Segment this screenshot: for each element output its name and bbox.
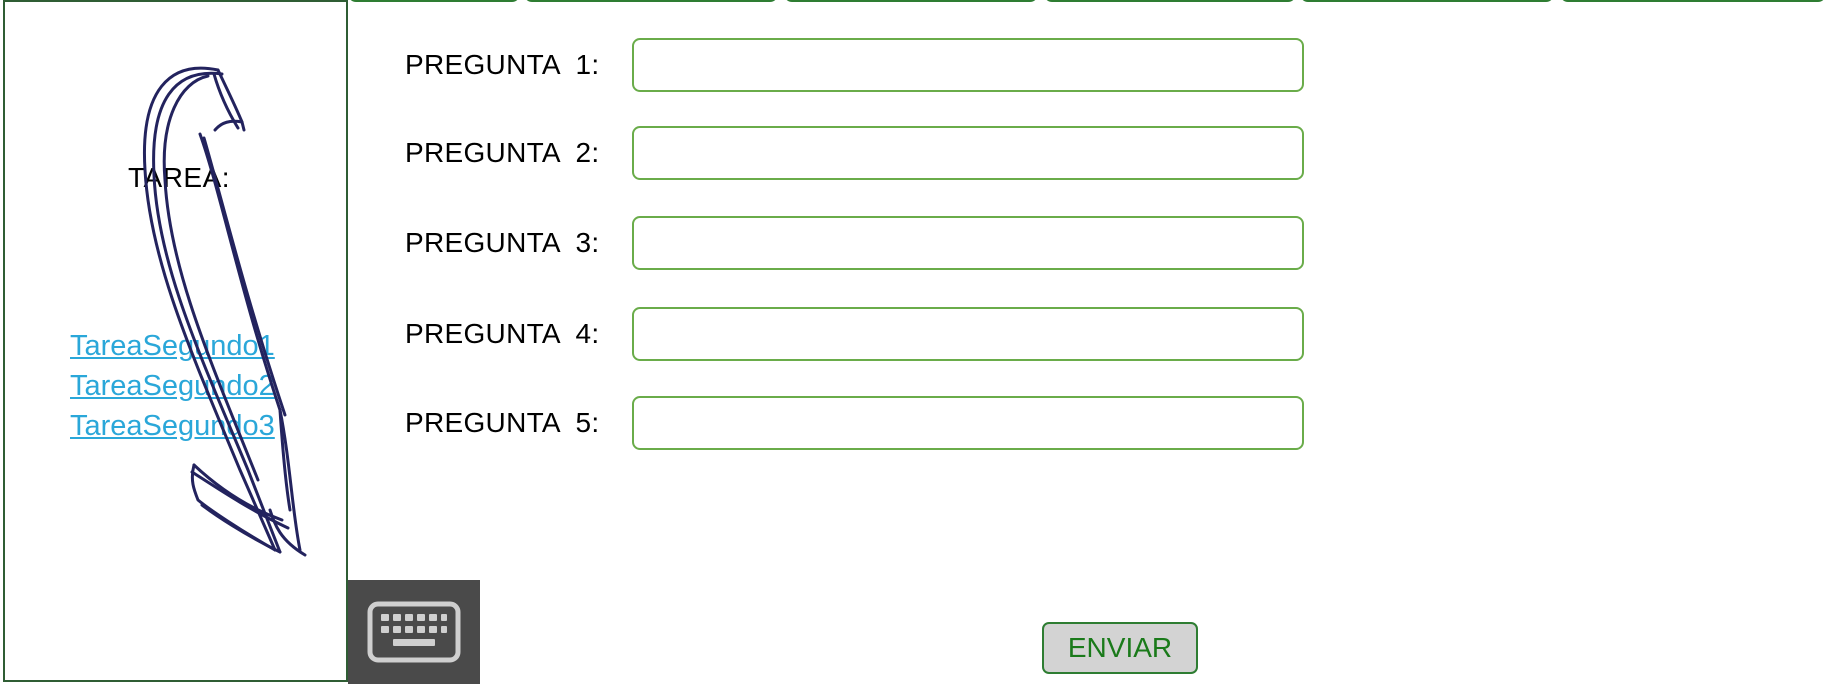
top-tab-2[interactable] bbox=[524, 0, 778, 2]
question-row-1: PREGUNTA 1: bbox=[405, 38, 1304, 92]
question-label-4: PREGUNTA 4: bbox=[405, 318, 600, 349]
question-row-3: PREGUNTA 3: bbox=[405, 216, 1304, 270]
task-link-3[interactable]: TareaSegundo3 bbox=[70, 406, 275, 446]
keyboard-toggle-button[interactable] bbox=[348, 580, 480, 684]
task-title: TAREA: bbox=[128, 162, 231, 193]
question-input-2[interactable] bbox=[632, 126, 1304, 180]
question-row-4: PREGUNTA 4: bbox=[405, 307, 1304, 361]
question-label-5: PREGUNTA 5: bbox=[405, 407, 600, 438]
question-label-1: PREGUNTA 1: bbox=[405, 49, 600, 80]
task-sidebar: TAREA: TareaSegundo1 TareaSegundo2 Tarea… bbox=[3, 0, 348, 682]
submit-button[interactable]: ENVIAR bbox=[1042, 622, 1198, 674]
top-tab-1[interactable] bbox=[348, 0, 520, 2]
question-row-5: PREGUNTA 5: bbox=[405, 396, 1304, 450]
task-link-2[interactable]: TareaSegundo2 bbox=[70, 366, 275, 406]
top-tab-6[interactable] bbox=[1560, 0, 1824, 2]
keyboard-icon bbox=[367, 601, 461, 663]
question-label-3: PREGUNTA 3: bbox=[405, 227, 600, 258]
top-tab-3[interactable] bbox=[784, 0, 1038, 2]
question-input-3[interactable] bbox=[632, 216, 1304, 270]
top-tab-5[interactable] bbox=[1300, 0, 1554, 2]
task-link-1[interactable]: TareaSegundo1 bbox=[70, 326, 275, 366]
top-tab-4[interactable] bbox=[1044, 0, 1296, 2]
task-links: TareaSegundo1 TareaSegundo2 TareaSegundo… bbox=[70, 326, 275, 446]
question-input-1[interactable] bbox=[632, 38, 1304, 92]
question-input-4[interactable] bbox=[632, 307, 1304, 361]
page: TAREA: TareaSegundo1 TareaSegundo2 Tarea… bbox=[0, 0, 1824, 684]
question-row-2: PREGUNTA 2: bbox=[405, 126, 1304, 180]
question-label-2: PREGUNTA 2: bbox=[405, 137, 600, 168]
question-input-5[interactable] bbox=[632, 396, 1304, 450]
